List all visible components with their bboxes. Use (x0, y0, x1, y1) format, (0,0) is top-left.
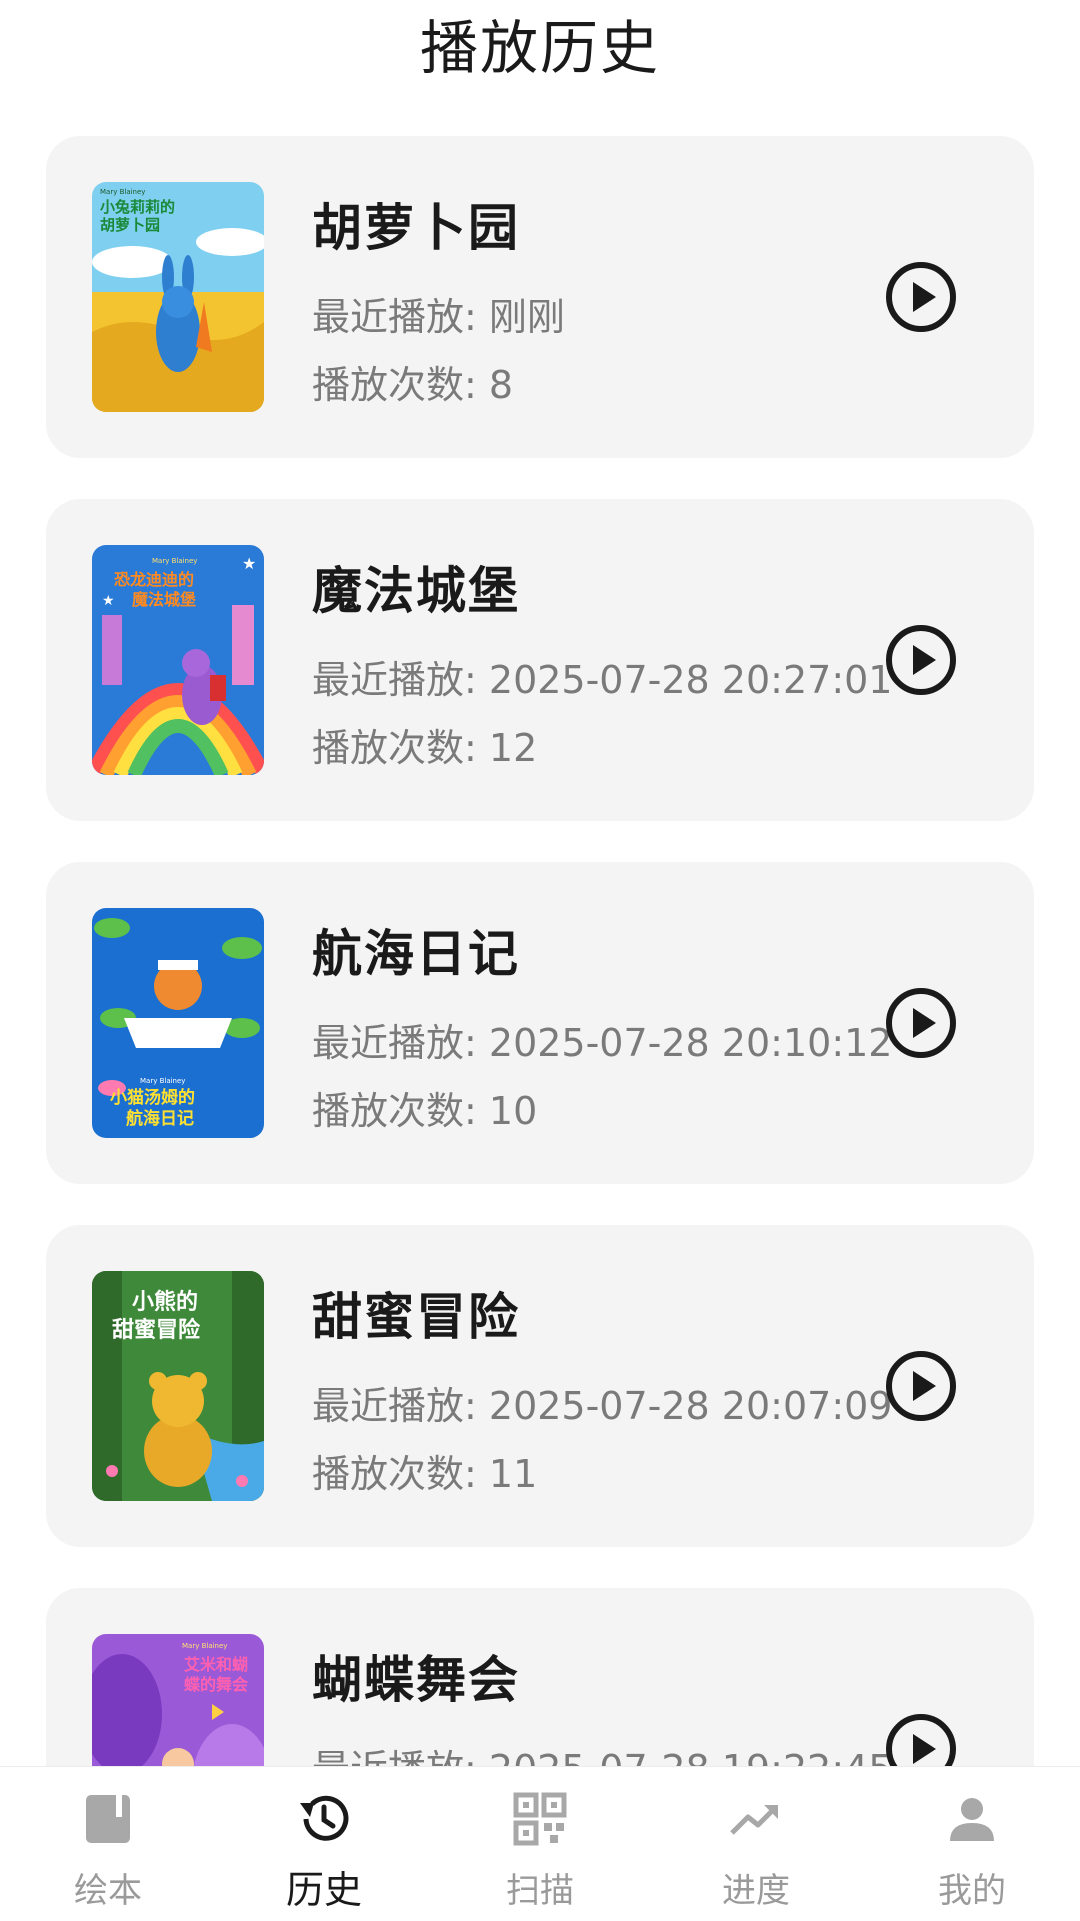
svg-text:Mary Blainey: Mary Blainey (152, 557, 197, 565)
nav-profile[interactable]: 我的 (864, 1767, 1080, 1921)
nav-label: 绘本 (74, 1871, 142, 1911)
last-played: 最近播放: 2025-07-28 20:10:12 (312, 1021, 893, 1065)
bottom-navigation: 绘本 历史 扫描 进度 我的 (0, 1766, 1080, 1921)
svg-text:航海日记: 航海日记 (126, 1108, 194, 1129)
svg-text:蝶的舞会: 蝶的舞会 (184, 1675, 248, 1694)
nav-scan[interactable]: 扫描 (432, 1767, 648, 1921)
book-title: 魔法城堡 (312, 562, 520, 620)
history-item-sweet-adventure[interactable]: 小熊的 甜蜜冒险 甜蜜冒险 最近播放: 2025-07-28 20:07:09 … (46, 1225, 1034, 1547)
nav-label: 历史 (285, 1868, 362, 1912)
svg-text:艾米和蝴: 艾米和蝴 (184, 1655, 248, 1674)
page-title: 播放历史 (419, 14, 660, 82)
play-circle-icon (886, 1351, 956, 1421)
book-cover: Mary Blainey 小猫汤姆的 航海日记 (92, 908, 264, 1138)
svg-text:胡萝卜园: 胡萝卜园 (100, 216, 160, 234)
svg-text:Mary Blainey: Mary Blainey (100, 188, 145, 196)
book-title: 航海日记 (312, 925, 520, 983)
book-cover: Mary Blainey 艾米和蝴 蝶的舞会 (92, 1634, 264, 1766)
last-played: 最近播放: 2025-07-28 20:07:09 (312, 1384, 893, 1428)
book-cover: 小熊的 甜蜜冒险 (92, 1271, 264, 1501)
book-title: 甜蜜冒险 (312, 1288, 520, 1346)
play-button[interactable] (884, 623, 958, 697)
qr-scan-icon (512, 1791, 568, 1847)
play-count: 播放次数: 11 (312, 1452, 538, 1496)
nav-progress[interactable]: 进度 (648, 1767, 864, 1921)
play-button[interactable] (884, 1349, 958, 1423)
trend-icon (728, 1791, 784, 1847)
nav-picture-books[interactable]: 绘本 (0, 1767, 216, 1921)
history-icon (296, 1791, 352, 1847)
book-cover: 恐龙迪迪的 魔法城堡 Mary Blainey ★ ★ (92, 545, 264, 775)
svg-text:★: ★ (102, 593, 115, 609)
play-circle-icon (886, 1714, 956, 1766)
history-list[interactable]: 小兔莉莉的 胡萝卜园 Mary Blainey 胡萝卜园 最近播放: 刚刚 播放… (0, 136, 1080, 1766)
history-item-carrot-garden[interactable]: 小兔莉莉的 胡萝卜园 Mary Blainey 胡萝卜园 最近播放: 刚刚 播放… (46, 136, 1034, 458)
history-item-sailing-diary[interactable]: Mary Blainey 小猫汤姆的 航海日记 航海日记 最近播放: 2025-… (46, 862, 1034, 1184)
history-item-magic-castle[interactable]: 恐龙迪迪的 魔法城堡 Mary Blainey ★ ★ 魔法城堡 最近播放: 2… (46, 499, 1034, 821)
nav-label: 我的 (938, 1871, 1006, 1911)
svg-text:Mary Blainey: Mary Blainey (182, 1642, 227, 1650)
nav-history[interactable]: 历史 (216, 1767, 432, 1921)
person-icon (944, 1791, 1000, 1847)
svg-text:Mary Blainey: Mary Blainey (140, 1077, 185, 1085)
nav-label: 进度 (722, 1871, 790, 1911)
play-button[interactable] (884, 260, 958, 334)
nav-label: 扫描 (506, 1871, 574, 1911)
history-item-butterfly-ball[interactable]: Mary Blainey 艾米和蝴 蝶的舞会 蝴蝶舞会 最近播放: 2025-0… (46, 1588, 1034, 1766)
book-cover: 小兔莉莉的 胡萝卜园 Mary Blainey (92, 182, 264, 412)
svg-text:★: ★ (242, 554, 256, 573)
last-played: 最近播放: 刚刚 (312, 295, 565, 339)
play-circle-icon (886, 988, 956, 1058)
play-circle-icon (886, 625, 956, 695)
svg-text:小猫汤姆的: 小猫汤姆的 (110, 1087, 195, 1108)
book-title: 胡萝卜园 (312, 199, 520, 257)
play-button[interactable] (884, 1712, 958, 1766)
play-count: 播放次数: 12 (312, 726, 538, 770)
play-count: 播放次数: 8 (312, 363, 514, 407)
play-button[interactable] (884, 986, 958, 1060)
book-icon (80, 1791, 136, 1847)
svg-text:恐龙迪迪的: 恐龙迪迪的 (114, 570, 194, 589)
play-count: 播放次数: 10 (312, 1089, 538, 1133)
play-circle-icon (886, 262, 956, 332)
book-title: 蝴蝶舞会 (312, 1651, 520, 1709)
last-played: 最近播放: 2025-07-28 19:22:45 (312, 1738, 892, 1766)
last-played: 最近播放: 2025-07-28 20:27:01 (312, 658, 893, 702)
svg-text:魔法城堡: 魔法城堡 (132, 590, 196, 609)
svg-text:小熊的: 小熊的 (132, 1289, 198, 1315)
svg-text:甜蜜冒险: 甜蜜冒险 (112, 1317, 201, 1343)
svg-text:小兔莉莉的: 小兔莉莉的 (100, 198, 175, 216)
